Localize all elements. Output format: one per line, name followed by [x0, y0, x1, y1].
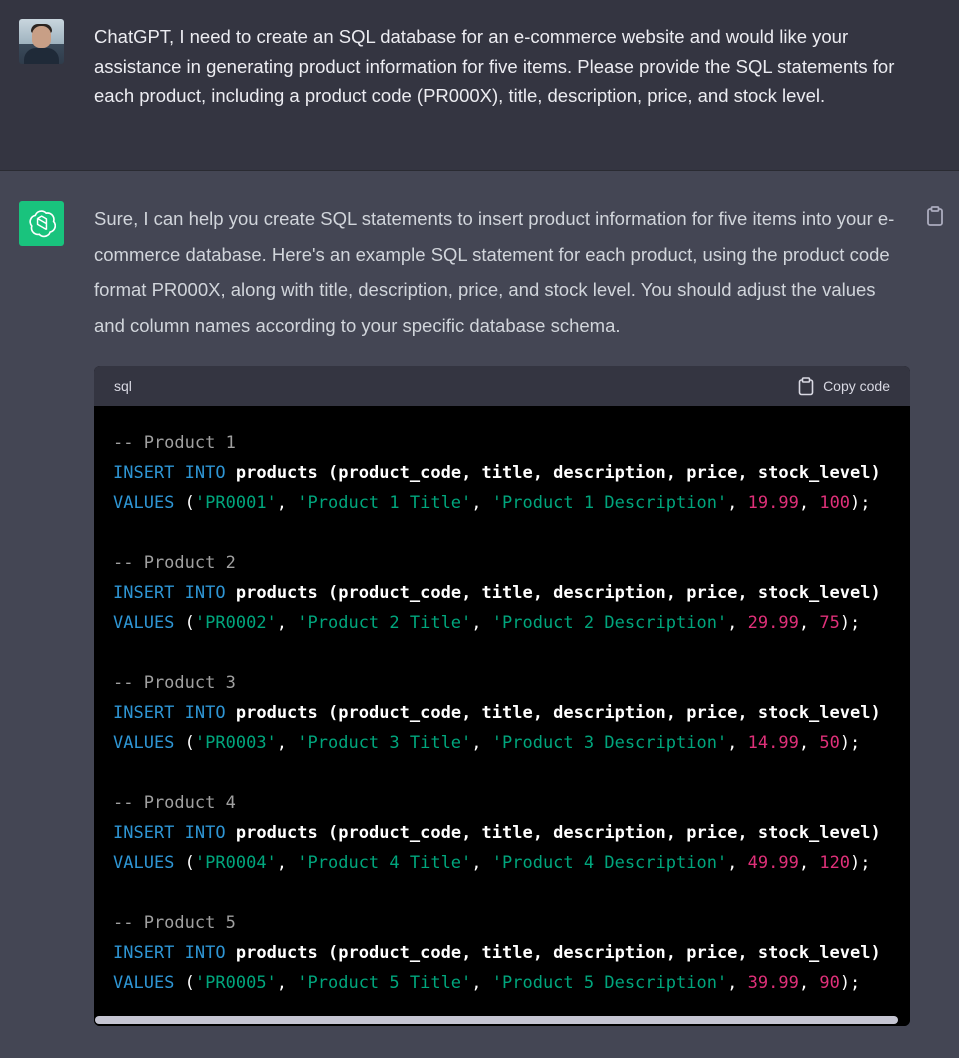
product-stock-value: 120	[819, 853, 851, 873]
product-description-value: 'Product 5 Description'	[491, 973, 728, 993]
product-title-value: 'Product 5 Title'	[297, 973, 472, 993]
product-code-value: 'PR0001'	[194, 493, 277, 513]
sql-table-name: products	[235, 943, 318, 963]
product-price-value: 39.99	[747, 973, 799, 993]
sql-keyword: INTO	[184, 583, 226, 603]
code-comment: -- Product 5	[113, 913, 236, 933]
sql-keyword: INTO	[184, 943, 226, 963]
sql-statement: -- Product 1 INSERT INTO products (produ…	[113, 433, 881, 513]
sql-keyword: VALUES	[113, 973, 175, 993]
product-description-value: 'Product 3 Description'	[491, 733, 728, 753]
product-title-value: 'Product 3 Title'	[297, 733, 472, 753]
sql-column-list: (product_code, title, description, price…	[328, 703, 881, 723]
product-code-value: 'PR0005'	[194, 973, 277, 993]
code-comment: -- Product 2	[113, 553, 236, 573]
product-stock-value: 90	[819, 973, 840, 993]
product-description-value: 'Product 4 Description'	[491, 853, 728, 873]
sql-keyword: INTO	[184, 463, 226, 483]
product-title-value: 'Product 2 Title'	[297, 613, 472, 633]
horizontal-scrollbar[interactable]	[94, 1014, 910, 1026]
code-comment: -- Product 3	[113, 673, 236, 693]
product-title-value: 'Product 1 Title'	[297, 493, 472, 513]
sql-column-list: (product_code, title, description, price…	[328, 583, 881, 603]
sql-keyword: INSERT	[113, 943, 175, 963]
sql-keyword: INSERT	[113, 463, 175, 483]
sql-keyword: VALUES	[113, 493, 175, 513]
sql-statement: -- Product 5 INSERT INTO products (produ…	[113, 913, 881, 993]
sql-column-list: (product_code, title, description, price…	[328, 463, 881, 483]
user-message-text: ChatGPT, I need to create an SQL databas…	[94, 26, 895, 106]
clipboard-icon	[798, 376, 814, 395]
copy-code-label: Copy code	[823, 378, 890, 394]
code-content: -- Product 1 INSERT INTO products (produ…	[94, 406, 910, 998]
product-description-value: 'Product 1 Description'	[491, 493, 728, 513]
sql-keyword: INSERT	[113, 703, 175, 723]
clipboard-icon[interactable]	[926, 206, 944, 226]
copy-code-button[interactable]: Copy code	[798, 376, 890, 396]
product-stock-value: 75	[819, 613, 840, 633]
sql-keyword: VALUES	[113, 853, 175, 873]
code-comment: -- Product 4	[113, 793, 236, 813]
sql-keyword: INSERT	[113, 823, 175, 843]
product-price-value: 19.99	[747, 493, 799, 513]
product-stock-value: 100	[819, 493, 851, 513]
assistant-message-block: Sure, I can help you create SQL statemen…	[0, 171, 959, 1058]
assistant-message-text: Sure, I can help you create SQL statemen…	[94, 208, 895, 336]
product-code-value: 'PR0002'	[194, 613, 277, 633]
chatgpt-logo-icon	[19, 201, 64, 246]
sql-statement: -- Product 3 INSERT INTO products (produ…	[113, 673, 881, 753]
sql-table-name: products	[235, 703, 318, 723]
sql-keyword: VALUES	[113, 733, 175, 753]
product-stock-value: 50	[819, 733, 840, 753]
sql-statement: -- Product 4 INSERT INTO products (produ…	[113, 793, 881, 873]
sql-keyword: INTO	[184, 823, 226, 843]
sql-column-list: (product_code, title, description, price…	[328, 823, 881, 843]
product-price-value: 14.99	[747, 733, 799, 753]
code-block: sql Copy code -- Product 1 INSERT INTO p…	[94, 366, 910, 1026]
code-comment: -- Product 1	[113, 433, 236, 453]
user-message-block: ChatGPT, I need to create an SQL databas…	[0, 0, 959, 171]
sql-table-name: products	[235, 823, 318, 843]
scrollbar-thumb[interactable]	[95, 1016, 898, 1024]
user-avatar	[19, 19, 64, 64]
sql-keyword: INSERT	[113, 583, 175, 603]
product-price-value: 49.99	[747, 853, 799, 873]
sql-keyword: INTO	[184, 703, 226, 723]
product-code-value: 'PR0004'	[194, 853, 277, 873]
sql-table-name: products	[235, 463, 318, 483]
sql-keyword: VALUES	[113, 613, 175, 633]
product-price-value: 29.99	[747, 613, 799, 633]
product-code-value: 'PR0003'	[194, 733, 277, 753]
sql-statement: -- Product 2 INSERT INTO products (produ…	[113, 553, 881, 633]
product-title-value: 'Product 4 Title'	[297, 853, 472, 873]
product-description-value: 'Product 2 Description'	[491, 613, 728, 633]
code-language-label: sql	[114, 378, 132, 394]
sql-table-name: products	[235, 583, 318, 603]
sql-column-list: (product_code, title, description, price…	[328, 943, 881, 963]
code-block-header: sql Copy code	[94, 366, 910, 406]
